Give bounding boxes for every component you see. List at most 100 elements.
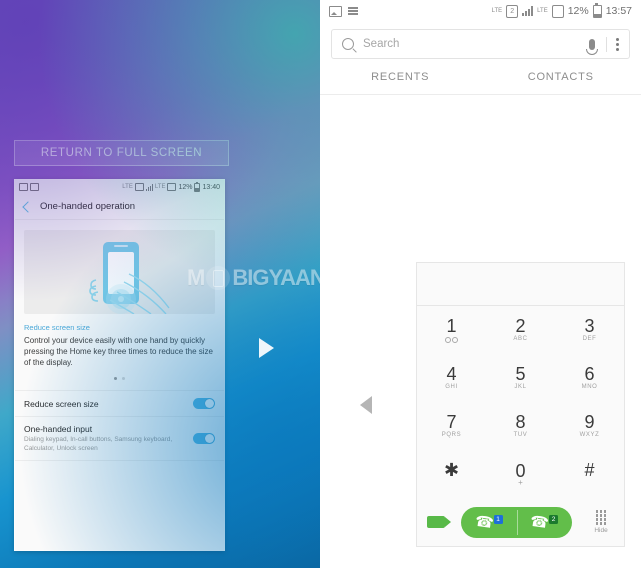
dialpad-key-number: 3 (584, 316, 595, 336)
mini-status-left-icons (19, 183, 39, 191)
lte-secondary-icon: LTE (154, 184, 166, 190)
clock: 13:57 (605, 5, 632, 17)
dialpad-key-letters: MNO (581, 384, 598, 390)
mini-status-bar: LTE LTE 12% 13:40 (15, 180, 224, 194)
search-input[interactable]: Search (363, 38, 589, 50)
one-handed-mini-window: LTE LTE 12% 13:40 One-handed operation R… (14, 179, 225, 551)
mini-status-right-icons: LTE LTE 12% 13:40 (122, 181, 220, 192)
signal-bars-icon (522, 6, 534, 16)
dialpad-key-number: 7 (446, 412, 457, 432)
prev-arrow-icon[interactable] (360, 396, 372, 414)
mini-clock: 13:40 (202, 183, 220, 191)
dialpad-key-number: ✱ (443, 460, 460, 480)
setting-row-texts: One-handed input Dialing keypad, In-call… (24, 424, 193, 453)
signal-box-icon (167, 183, 177, 191)
battery-percent: 12% (567, 5, 589, 17)
setting-title: One-handed input (24, 424, 93, 434)
left-panel: RETURN TO FULL SCREEN LTE LTE 12% 13:40 (0, 0, 320, 568)
screenshot-root: RETURN TO FULL SCREEN LTE LTE 12% 13:40 (0, 0, 641, 568)
dialpad-number-display[interactable] (417, 263, 624, 306)
status-right-icons: LTE 2 LTE 12% 13:57 (491, 2, 632, 18)
list-icon (348, 7, 358, 15)
carousel-dot-2[interactable] (122, 377, 125, 380)
dialpad-key-plus: + (518, 478, 523, 487)
dialpad-key-2[interactable]: 2 ABC (486, 306, 555, 354)
more-options-icon[interactable] (616, 37, 619, 51)
dialpad-key-hash[interactable]: # (555, 450, 624, 498)
one-handed-illustration (24, 230, 215, 314)
microphone-icon[interactable] (586, 38, 598, 55)
tab-bar: RECENTS CONTACTS (320, 71, 641, 95)
dialpad-key-letters: DEF (582, 336, 597, 342)
gallery-icon (30, 183, 39, 191)
dialpad-key-3[interactable]: 3 DEF (555, 306, 624, 354)
tab-recents[interactable]: RECENTS (320, 71, 481, 94)
keypad-dots-icon (595, 510, 607, 525)
back-chevron-icon[interactable] (22, 200, 34, 213)
dialpad-key-star[interactable]: ✱ (417, 450, 486, 498)
dialpad-key-number: # (584, 460, 595, 480)
setting-row-texts: Reduce screen size (24, 399, 193, 409)
dialpad-key-letters: ABC (513, 336, 528, 342)
next-arrow-icon[interactable] (259, 338, 274, 358)
return-to-full-screen-button[interactable]: RETURN TO FULL SCREEN (14, 140, 229, 166)
phone-handset-icon: ☎ (473, 512, 495, 532)
mini-app-bar: One-handed operation (15, 194, 224, 220)
reduce-screen-size-toggle[interactable] (193, 398, 215, 409)
dialpad-key-1[interactable]: 1 (417, 306, 486, 354)
hide-label: Hide (594, 526, 608, 534)
dialpad-key-letters: JKL (514, 384, 527, 390)
dialpad-key-5[interactable]: 5 JKL (486, 354, 555, 402)
right-panel: LTE 2 LTE 12% 13:57 Search RECENTS CONTA… (320, 0, 641, 568)
dialpad-key-number: 8 (515, 412, 526, 432)
hand-holding-phone-illustration (89, 242, 170, 314)
dialpad-key-number: 2 (515, 316, 526, 336)
phone-handset-icon: ☎ (529, 512, 551, 532)
one-handed-description: Control your device easily with one hand… (24, 336, 213, 367)
tab-contacts[interactable]: CONTACTS (481, 71, 641, 94)
battery-icon (194, 181, 201, 192)
dialpad-key-number: 4 (446, 364, 457, 384)
lte-icon: LTE (491, 8, 503, 14)
signal-bars-icon (145, 183, 153, 191)
dialpad-key-7[interactable]: 7 PQRS (417, 402, 486, 450)
dialpad-key-letters: WXYZ (579, 432, 600, 438)
carousel-dots[interactable] (15, 377, 224, 380)
dialpad-key-letters: TUV (513, 432, 528, 438)
status-left-icons (329, 5, 358, 17)
dialpad-key-number: 5 (515, 364, 526, 384)
dialpad-key-8[interactable]: 8 TUV (486, 402, 555, 450)
dialpad-key-4[interactable]: 4 GHI (417, 354, 486, 402)
search-bar[interactable]: Search (331, 29, 630, 59)
screenshot-icon (329, 5, 342, 17)
dialpad-key-letters: GHI (445, 384, 458, 390)
signal-box-icon (551, 4, 564, 18)
hide-keypad-button[interactable]: Hide (588, 510, 614, 534)
call-sim1-button[interactable]: ☎ 1 (461, 507, 517, 538)
setting-subtitle: Dialing keypad, In-call buttons, Samsung… (24, 436, 173, 452)
setting-row-one-handed-input[interactable]: One-handed input Dialing keypad, In-call… (15, 417, 224, 461)
sim-icon (134, 183, 144, 191)
divider (606, 36, 607, 52)
battery-icon (592, 2, 602, 18)
one-handed-input-toggle[interactable] (193, 433, 215, 444)
video-call-button[interactable] (427, 516, 451, 528)
dialpad-key-number: 6 (584, 364, 595, 384)
mini-battery-percent: 12% (178, 183, 193, 191)
dialpad-panel: 1 2 ABC 3 DEF 4 GHI 5 JKL 6 MNO 7 PQRS 8… (416, 262, 625, 547)
call-sim2-button[interactable]: ☎ 2 (516, 507, 573, 538)
dialpad-keys: 1 2 ABC 3 DEF 4 GHI 5 JKL 6 MNO 7 PQRS 8… (417, 306, 624, 498)
status-bar: LTE 2 LTE 12% 13:57 (320, 0, 641, 22)
call-buttons-group: ☎ 1 ☎ 2 (461, 506, 573, 538)
dialpad-action-row: ☎ 1 ☎ 2 Hide (417, 498, 624, 546)
dialpad-key-0[interactable]: 0 + (486, 450, 555, 498)
setting-row-reduce-screen-size[interactable]: Reduce screen size (15, 391, 224, 417)
reduce-screen-size-caption: Reduce screen size (24, 323, 90, 332)
lte-secondary-icon: LTE (537, 8, 548, 14)
voicemail-icon (445, 337, 458, 343)
sim1-badge: 1 (493, 514, 503, 524)
dialpad-key-9[interactable]: 9 WXYZ (555, 402, 624, 450)
dialpad-key-6[interactable]: 6 MNO (555, 354, 624, 402)
carousel-dot-1[interactable] (114, 377, 117, 380)
sim2-badge: 2 (549, 514, 559, 524)
